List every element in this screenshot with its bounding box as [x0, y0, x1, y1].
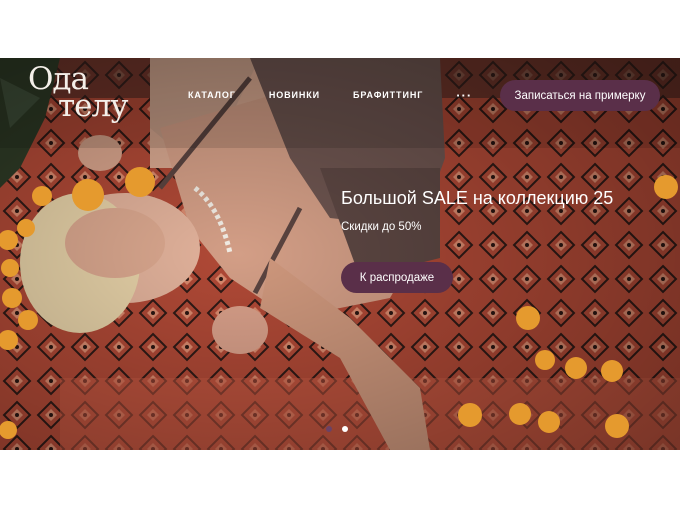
book-fitting-button[interactable]: Записаться на примерку	[500, 80, 660, 111]
slider-dot-2[interactable]	[342, 426, 348, 432]
logo-line-2: телу	[58, 88, 128, 124]
more-menu-icon[interactable]: ···	[456, 89, 472, 102]
nav-item-brafitting[interactable]: БРАФИТТИНГ	[353, 90, 423, 100]
main-nav: КАТАЛОГ НОВИНКИ БРАФИТТИНГ ···	[188, 89, 472, 102]
hero-banner: Ода телу КАТАЛОГ НОВИНКИ БРАФИТТИНГ ··· …	[0, 58, 680, 450]
nav-item-new[interactable]: НОВИНКИ	[269, 90, 320, 100]
to-sale-button[interactable]: К распродаже	[341, 262, 453, 293]
nav-item-catalog[interactable]: КАТАЛОГ	[188, 90, 236, 100]
promo-title: Большой SALE на коллекцию 25	[341, 188, 614, 208]
promo-subtitle: Скидки до 50%	[341, 221, 422, 233]
slider-dot-1[interactable]	[326, 426, 332, 432]
slider-pagination	[326, 426, 358, 432]
brand-logo[interactable]: Ода телу	[28, 64, 128, 124]
